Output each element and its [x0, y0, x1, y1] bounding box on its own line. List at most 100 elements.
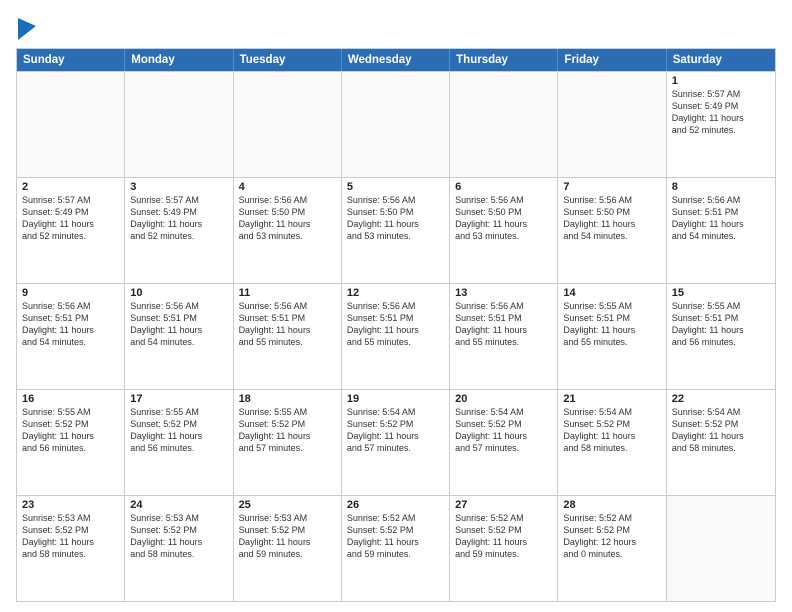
day-number: 7 [563, 181, 660, 193]
day-number: 13 [455, 287, 552, 299]
cell-info: Sunrise: 5:56 AMSunset: 5:50 PMDaylight:… [563, 194, 660, 243]
calendar-cell [558, 72, 666, 177]
calendar-row: 2Sunrise: 5:57 AMSunset: 5:49 PMDaylight… [17, 177, 775, 283]
calendar: SundayMondayTuesdayWednesdayThursdayFrid… [16, 48, 776, 602]
calendar-cell: 8Sunrise: 5:56 AMSunset: 5:51 PMDaylight… [667, 178, 775, 283]
header-day: Wednesday [342, 49, 450, 71]
calendar-cell: 9Sunrise: 5:56 AMSunset: 5:51 PMDaylight… [17, 284, 125, 389]
cell-info: Sunrise: 5:55 AMSunset: 5:51 PMDaylight:… [672, 300, 770, 349]
calendar-cell: 22Sunrise: 5:54 AMSunset: 5:52 PMDayligh… [667, 390, 775, 495]
calendar-cell: 6Sunrise: 5:56 AMSunset: 5:50 PMDaylight… [450, 178, 558, 283]
header-day: Monday [125, 49, 233, 71]
day-number: 26 [347, 499, 444, 511]
day-number: 23 [22, 499, 119, 511]
calendar-body: 1Sunrise: 5:57 AMSunset: 5:49 PMDaylight… [17, 71, 775, 601]
calendar-cell: 4Sunrise: 5:56 AMSunset: 5:50 PMDaylight… [234, 178, 342, 283]
calendar-row: 9Sunrise: 5:56 AMSunset: 5:51 PMDaylight… [17, 283, 775, 389]
calendar-cell: 19Sunrise: 5:54 AMSunset: 5:52 PMDayligh… [342, 390, 450, 495]
cell-info: Sunrise: 5:56 AMSunset: 5:51 PMDaylight:… [672, 194, 770, 243]
cell-info: Sunrise: 5:57 AMSunset: 5:49 PMDaylight:… [130, 194, 227, 243]
day-number: 3 [130, 181, 227, 193]
day-number: 11 [239, 287, 336, 299]
header-day: Thursday [450, 49, 558, 71]
calendar-header: SundayMondayTuesdayWednesdayThursdayFrid… [17, 49, 775, 71]
calendar-cell: 18Sunrise: 5:55 AMSunset: 5:52 PMDayligh… [234, 390, 342, 495]
calendar-cell: 3Sunrise: 5:57 AMSunset: 5:49 PMDaylight… [125, 178, 233, 283]
cell-info: Sunrise: 5:52 AMSunset: 5:52 PMDaylight:… [347, 512, 444, 561]
logo [16, 20, 36, 40]
cell-info: Sunrise: 5:54 AMSunset: 5:52 PMDaylight:… [672, 406, 770, 455]
calendar-cell: 2Sunrise: 5:57 AMSunset: 5:49 PMDaylight… [17, 178, 125, 283]
header-day: Friday [558, 49, 666, 71]
logo-icon [18, 18, 36, 40]
calendar-cell [17, 72, 125, 177]
calendar-cell: 1Sunrise: 5:57 AMSunset: 5:49 PMDaylight… [667, 72, 775, 177]
day-number: 20 [455, 393, 552, 405]
day-number: 10 [130, 287, 227, 299]
day-number: 27 [455, 499, 552, 511]
day-number: 21 [563, 393, 660, 405]
day-number: 14 [563, 287, 660, 299]
cell-info: Sunrise: 5:56 AMSunset: 5:51 PMDaylight:… [22, 300, 119, 349]
page: SundayMondayTuesdayWednesdayThursdayFrid… [0, 0, 792, 612]
cell-info: Sunrise: 5:52 AMSunset: 5:52 PMDaylight:… [455, 512, 552, 561]
calendar-cell: 17Sunrise: 5:55 AMSunset: 5:52 PMDayligh… [125, 390, 233, 495]
calendar-cell: 12Sunrise: 5:56 AMSunset: 5:51 PMDayligh… [342, 284, 450, 389]
calendar-cell: 27Sunrise: 5:52 AMSunset: 5:52 PMDayligh… [450, 496, 558, 601]
calendar-cell [450, 72, 558, 177]
day-number: 28 [563, 499, 660, 511]
day-number: 18 [239, 393, 336, 405]
cell-info: Sunrise: 5:54 AMSunset: 5:52 PMDaylight:… [347, 406, 444, 455]
calendar-cell: 23Sunrise: 5:53 AMSunset: 5:52 PMDayligh… [17, 496, 125, 601]
day-number: 25 [239, 499, 336, 511]
day-number: 19 [347, 393, 444, 405]
day-number: 5 [347, 181, 444, 193]
calendar-cell [125, 72, 233, 177]
cell-info: Sunrise: 5:56 AMSunset: 5:50 PMDaylight:… [455, 194, 552, 243]
calendar-cell: 20Sunrise: 5:54 AMSunset: 5:52 PMDayligh… [450, 390, 558, 495]
calendar-cell: 15Sunrise: 5:55 AMSunset: 5:51 PMDayligh… [667, 284, 775, 389]
calendar-row: 23Sunrise: 5:53 AMSunset: 5:52 PMDayligh… [17, 495, 775, 601]
day-number: 2 [22, 181, 119, 193]
cell-info: Sunrise: 5:55 AMSunset: 5:52 PMDaylight:… [22, 406, 119, 455]
calendar-cell: 7Sunrise: 5:56 AMSunset: 5:50 PMDaylight… [558, 178, 666, 283]
day-number: 12 [347, 287, 444, 299]
cell-info: Sunrise: 5:54 AMSunset: 5:52 PMDaylight:… [563, 406, 660, 455]
day-number: 16 [22, 393, 119, 405]
calendar-cell: 21Sunrise: 5:54 AMSunset: 5:52 PMDayligh… [558, 390, 666, 495]
cell-info: Sunrise: 5:53 AMSunset: 5:52 PMDaylight:… [22, 512, 119, 561]
cell-info: Sunrise: 5:57 AMSunset: 5:49 PMDaylight:… [22, 194, 119, 243]
cell-info: Sunrise: 5:53 AMSunset: 5:52 PMDaylight:… [239, 512, 336, 561]
header-day: Sunday [17, 49, 125, 71]
header-day: Saturday [667, 49, 775, 71]
cell-info: Sunrise: 5:55 AMSunset: 5:52 PMDaylight:… [239, 406, 336, 455]
cell-info: Sunrise: 5:56 AMSunset: 5:51 PMDaylight:… [455, 300, 552, 349]
day-number: 8 [672, 181, 770, 193]
calendar-cell [342, 72, 450, 177]
calendar-cell: 5Sunrise: 5:56 AMSunset: 5:50 PMDaylight… [342, 178, 450, 283]
cell-info: Sunrise: 5:56 AMSunset: 5:50 PMDaylight:… [347, 194, 444, 243]
calendar-row: 1Sunrise: 5:57 AMSunset: 5:49 PMDaylight… [17, 71, 775, 177]
calendar-cell: 13Sunrise: 5:56 AMSunset: 5:51 PMDayligh… [450, 284, 558, 389]
cell-info: Sunrise: 5:57 AMSunset: 5:49 PMDaylight:… [672, 88, 770, 137]
day-number: 4 [239, 181, 336, 193]
calendar-cell: 14Sunrise: 5:55 AMSunset: 5:51 PMDayligh… [558, 284, 666, 389]
calendar-cell: 25Sunrise: 5:53 AMSunset: 5:52 PMDayligh… [234, 496, 342, 601]
calendar-row: 16Sunrise: 5:55 AMSunset: 5:52 PMDayligh… [17, 389, 775, 495]
calendar-cell: 16Sunrise: 5:55 AMSunset: 5:52 PMDayligh… [17, 390, 125, 495]
header-day: Tuesday [234, 49, 342, 71]
calendar-cell: 11Sunrise: 5:56 AMSunset: 5:51 PMDayligh… [234, 284, 342, 389]
cell-info: Sunrise: 5:56 AMSunset: 5:51 PMDaylight:… [130, 300, 227, 349]
day-number: 6 [455, 181, 552, 193]
calendar-cell: 10Sunrise: 5:56 AMSunset: 5:51 PMDayligh… [125, 284, 233, 389]
day-number: 24 [130, 499, 227, 511]
cell-info: Sunrise: 5:56 AMSunset: 5:50 PMDaylight:… [239, 194, 336, 243]
cell-info: Sunrise: 5:56 AMSunset: 5:51 PMDaylight:… [239, 300, 336, 349]
calendar-cell: 28Sunrise: 5:52 AMSunset: 5:52 PMDayligh… [558, 496, 666, 601]
cell-info: Sunrise: 5:54 AMSunset: 5:52 PMDaylight:… [455, 406, 552, 455]
day-number: 9 [22, 287, 119, 299]
cell-info: Sunrise: 5:53 AMSunset: 5:52 PMDaylight:… [130, 512, 227, 561]
header [16, 16, 776, 40]
calendar-cell [234, 72, 342, 177]
cell-info: Sunrise: 5:56 AMSunset: 5:51 PMDaylight:… [347, 300, 444, 349]
